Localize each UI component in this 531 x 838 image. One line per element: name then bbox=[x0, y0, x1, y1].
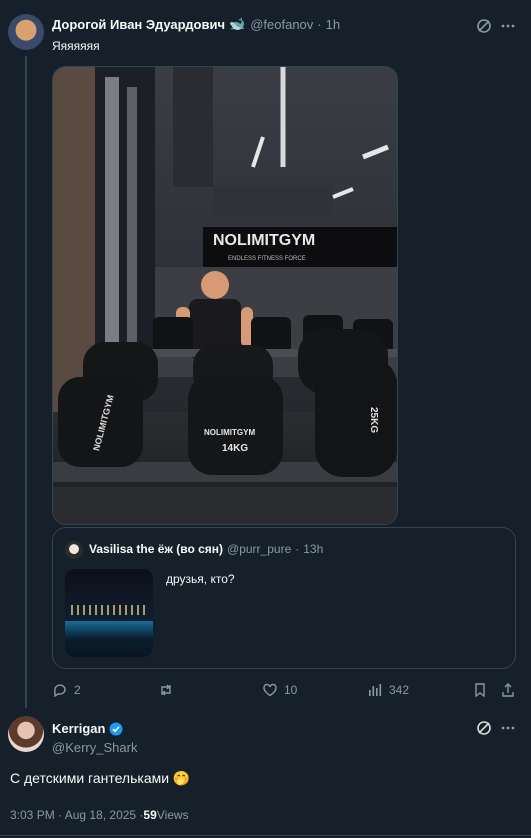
author-name[interactable]: Kerrigan bbox=[52, 721, 105, 736]
views-icon bbox=[367, 682, 383, 698]
gym-tagline-sign: ENDLESS FITNESS FORCE bbox=[228, 256, 306, 262]
post-timestamp[interactable]: 3:03 PM · Aug 18, 2025 · bbox=[10, 808, 143, 822]
divider bbox=[0, 835, 531, 836]
verified-badge-icon bbox=[109, 722, 123, 736]
quote-time[interactable]: 13h bbox=[303, 542, 323, 556]
thread-connector bbox=[25, 56, 27, 708]
views-count: 59 bbox=[143, 808, 157, 822]
like-icon bbox=[262, 682, 278, 698]
avatar[interactable] bbox=[8, 716, 44, 752]
quoted-post[interactable]: Vasilisa the ёж (во сян) @purr_pure · 13… bbox=[52, 527, 516, 669]
post-header: Kerrigan bbox=[52, 721, 123, 736]
more-icon[interactable] bbox=[500, 720, 516, 736]
post-image[interactable]: NOLIMITGYM ENDLESS FITNESS FORCE NOLIMIT… bbox=[52, 66, 398, 525]
bookmark-icon[interactable] bbox=[472, 682, 488, 698]
share-icon[interactable] bbox=[500, 682, 516, 698]
views-button[interactable]: 342 bbox=[367, 682, 409, 698]
gym-brand-sign: NOLIMITGYM bbox=[213, 232, 315, 249]
post-header: Дорогой Иван Эдуардович 🐋 @feofanov · 1h bbox=[52, 16, 340, 32]
whale-emoji: 🐋 bbox=[229, 16, 246, 31]
avatar[interactable] bbox=[8, 14, 44, 50]
author-name[interactable]: Дорогой Иван Эдуардович bbox=[52, 17, 225, 32]
views-label: Views bbox=[156, 808, 189, 822]
grok-icon[interactable] bbox=[476, 720, 492, 736]
quote-handle[interactable]: @purr_pure bbox=[227, 542, 291, 556]
dumbbell-weight-label: 14KG bbox=[222, 443, 248, 454]
reply-count: 2 bbox=[74, 683, 81, 697]
separator-dot: · bbox=[317, 16, 322, 32]
river-reflection bbox=[65, 621, 153, 641]
retweet-icon bbox=[158, 682, 174, 698]
like-count: 10 bbox=[284, 683, 298, 697]
post-time[interactable]: 1h bbox=[326, 17, 340, 32]
separator-dot: · bbox=[295, 542, 300, 556]
post-meta: 3:03 PM · Aug 18, 2025 · 59 Views bbox=[10, 808, 189, 822]
author-handle[interactable]: @Kerry_Shark bbox=[52, 740, 137, 755]
quote-text: друзья, кто? bbox=[166, 572, 235, 586]
quote-author-name[interactable]: Vasilisa the ёж (во сян) bbox=[89, 542, 223, 556]
dumbbell-center-label: NOLIMITGYM bbox=[204, 428, 255, 437]
city-lights bbox=[71, 605, 147, 615]
quote-header: Vasilisa the ёж (во сян) @purr_pure · 13… bbox=[89, 542, 323, 556]
more-icon[interactable] bbox=[500, 18, 516, 34]
retweet-button[interactable] bbox=[158, 682, 174, 698]
like-button[interactable]: 10 bbox=[262, 682, 297, 698]
reply-icon bbox=[52, 682, 68, 698]
author-handle[interactable]: @feofanov bbox=[250, 17, 313, 32]
views-count: 342 bbox=[389, 683, 410, 697]
post-text: Яяяяяяя bbox=[52, 39, 100, 53]
reply-button[interactable]: 2 bbox=[52, 682, 81, 698]
dumbbell-right-label: 25KG bbox=[368, 407, 379, 433]
quote-avatar[interactable] bbox=[65, 541, 83, 559]
grok-icon[interactable] bbox=[476, 18, 492, 34]
quote-thumbnail[interactable] bbox=[65, 569, 153, 657]
post-text: С детскими гантельками 🤭 bbox=[10, 770, 191, 786]
